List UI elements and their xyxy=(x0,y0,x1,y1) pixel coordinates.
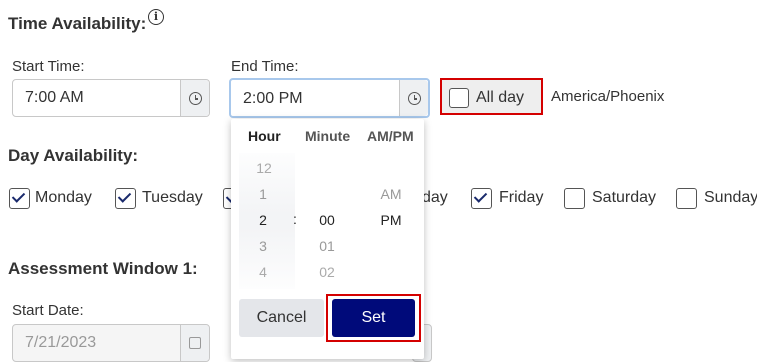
hour-option[interactable]: 12 xyxy=(249,160,279,176)
saturday-label: Saturday xyxy=(592,189,657,206)
minute-option-selected[interactable]: 00 xyxy=(312,212,342,228)
info-icon[interactable]: i xyxy=(148,9,164,25)
sunday-checkbox[interactable] xyxy=(676,188,697,209)
friday-checkbox[interactable] xyxy=(471,188,492,209)
all-day-checkbox[interactable] xyxy=(449,88,469,108)
end-time-label: End Time: xyxy=(231,58,299,75)
timezone-label: America/Phoenix xyxy=(551,88,665,105)
monday-label: Monday xyxy=(35,189,92,206)
start-time-clock-button[interactable] xyxy=(180,80,209,116)
calendar-icon xyxy=(189,337,201,349)
end-time-value: 2:00 PM xyxy=(243,90,303,107)
minute-option[interactable]: 02 xyxy=(312,264,342,280)
cancel-button[interactable]: Cancel xyxy=(239,299,324,337)
time-availability-title: Time Availability: xyxy=(8,14,147,33)
start-time-label: Start Time: xyxy=(12,58,85,75)
clock-icon xyxy=(407,91,421,105)
partial-day-label: day xyxy=(422,189,448,206)
ampm-option-selected[interactable]: PM xyxy=(376,212,406,228)
minute-option[interactable]: 01 xyxy=(312,238,342,254)
end-time-input[interactable]: 2:00 PM xyxy=(229,78,430,118)
start-date-input[interactable]: 7/21/2023 xyxy=(12,324,210,362)
friday-label: Friday xyxy=(499,189,544,206)
hour-option[interactable]: 1 xyxy=(248,186,278,202)
saturday-checkbox[interactable] xyxy=(564,188,585,209)
ampm-option[interactable]: AM xyxy=(376,186,406,202)
hour-column-header: Hour xyxy=(248,128,281,144)
minute-column-header: Minute xyxy=(305,128,351,144)
day-availability-title: Day Availability: xyxy=(8,146,139,165)
start-date-label: Start Date: xyxy=(12,302,84,319)
monday-checkbox[interactable] xyxy=(9,188,30,209)
clock-icon xyxy=(188,91,202,105)
start-date-calendar-button[interactable] xyxy=(180,325,209,361)
set-button[interactable]: Set xyxy=(332,299,415,337)
end-time-clock-button[interactable] xyxy=(399,80,428,116)
tuesday-checkbox[interactable] xyxy=(115,188,136,209)
hour-option[interactable]: 4 xyxy=(248,264,278,280)
hour-option-selected[interactable]: 2 xyxy=(248,212,278,228)
tuesday-label: Tuesday xyxy=(142,189,203,206)
all-day-label: All day xyxy=(476,89,525,106)
ampm-column-header: AM/PM xyxy=(367,128,414,144)
hour-option[interactable]: 3 xyxy=(248,238,278,254)
time-picker-dropdown[interactable]: Hour Minute AM/PM 12 1 2 3 4 : 00 01 02 … xyxy=(231,119,424,359)
assessment-window-title: Assessment Window 1: xyxy=(8,259,198,278)
start-date-value: 7/21/2023 xyxy=(25,334,97,351)
all-day-toggle[interactable]: All day xyxy=(440,78,543,115)
start-time-value: 7:00 AM xyxy=(25,89,84,106)
sunday-label: Sunday xyxy=(704,189,757,206)
start-time-input[interactable]: 7:00 AM xyxy=(12,79,210,117)
time-separator: : xyxy=(293,211,297,227)
